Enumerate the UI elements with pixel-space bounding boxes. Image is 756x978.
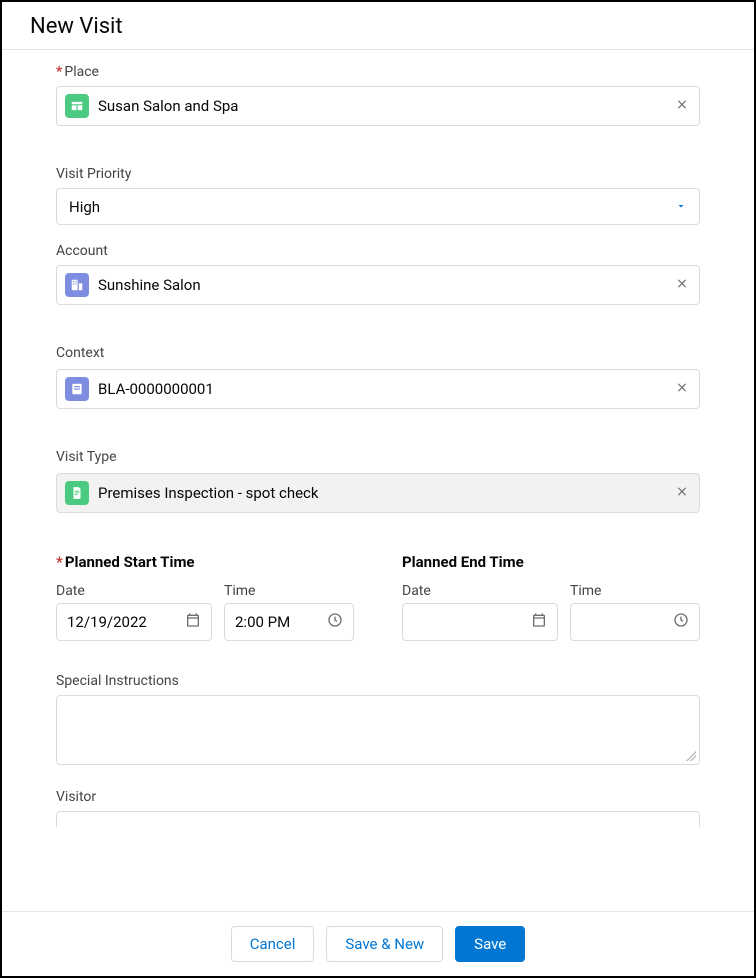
clear-place-icon[interactable]: [675, 97, 689, 116]
end-date-label: Date: [402, 583, 558, 599]
visit-type-value: Premises Inspection - spot check: [98, 484, 319, 502]
field-visitor: Visitor: [56, 789, 700, 827]
label-context: Context: [56, 345, 700, 361]
planned-end-heading: Planned End Time: [402, 553, 700, 571]
field-account: Account Sunshine Salon: [56, 243, 700, 305]
field-place: *Place Susan Salon and Spa: [56, 64, 700, 126]
end-date-input[interactable]: [413, 613, 525, 631]
label-visit-priority: Visit Priority: [56, 166, 700, 182]
form-body: *Place Susan Salon and Spa Visit Priorit…: [2, 50, 754, 904]
lookup-account[interactable]: Sunshine Salon: [56, 265, 700, 305]
dropdown-caret-icon: [675, 197, 687, 216]
start-time-input-wrap[interactable]: [224, 603, 354, 641]
account-value: Sunshine Salon: [98, 276, 201, 294]
modal-header: New Visit: [2, 2, 754, 50]
lookup-visit-type[interactable]: Premises Inspection - spot check: [56, 473, 700, 513]
label-account: Account: [56, 243, 700, 259]
modal-footer: Cancel Save & New Save: [2, 911, 754, 976]
field-visit-type: Visit Type Premises Inspection - spot ch…: [56, 449, 700, 513]
field-special-instructions: Special Instructions: [56, 673, 700, 765]
lookup-context[interactable]: BLA-0000000001: [56, 369, 700, 409]
start-time-label: Time: [224, 583, 354, 599]
start-time-input[interactable]: [235, 613, 321, 631]
end-date-input-wrap[interactable]: [402, 603, 558, 641]
place-value: Susan Salon and Spa: [98, 97, 238, 115]
label-place: *Place: [56, 64, 700, 80]
select-visit-priority[interactable]: High: [56, 188, 700, 225]
label-visit-type: Visit Type: [56, 449, 700, 465]
required-indicator: *: [56, 553, 63, 571]
context-value: BLA-0000000001: [98, 380, 214, 398]
save-and-new-button[interactable]: Save & New: [326, 926, 443, 962]
planned-times-row: *Planned Start Time Date Time: [56, 553, 700, 641]
context-record-icon: [65, 377, 89, 401]
modal-title: New Visit: [30, 14, 726, 39]
special-instructions-textarea[interactable]: [56, 695, 700, 765]
priority-value: High: [69, 198, 100, 216]
end-time-input[interactable]: [581, 613, 667, 631]
planned-start-col: *Planned Start Time Date Time: [56, 553, 354, 641]
clear-context-icon[interactable]: [675, 380, 689, 399]
start-date-label: Date: [56, 583, 212, 599]
save-button[interactable]: Save: [455, 926, 525, 962]
lookup-visitor[interactable]: [56, 811, 700, 827]
clock-icon[interactable]: [673, 612, 689, 632]
field-visit-priority: Visit Priority High: [56, 166, 700, 225]
calendar-icon[interactable]: [185, 612, 201, 632]
field-context: Context BLA-0000000001: [56, 345, 700, 409]
end-time-label: Time: [570, 583, 700, 599]
planned-start-heading: *Planned Start Time: [56, 553, 354, 571]
label-special-instructions: Special Instructions: [56, 673, 700, 689]
end-time-input-wrap[interactable]: [570, 603, 700, 641]
calendar-icon[interactable]: [531, 612, 547, 632]
label-visitor: Visitor: [56, 789, 700, 805]
start-date-input[interactable]: [67, 613, 179, 631]
lookup-place[interactable]: Susan Salon and Spa: [56, 86, 700, 126]
place-record-icon: [65, 94, 89, 118]
planned-end-col: Planned End Time Date Time: [402, 553, 700, 641]
start-date-input-wrap[interactable]: [56, 603, 212, 641]
clock-icon[interactable]: [327, 612, 343, 632]
clear-account-icon[interactable]: [675, 276, 689, 295]
required-indicator: *: [56, 64, 62, 80]
cancel-button[interactable]: Cancel: [231, 926, 315, 962]
account-record-icon: [65, 273, 89, 297]
visit-type-record-icon: [65, 481, 89, 505]
clear-visit-type-icon[interactable]: [675, 484, 689, 503]
